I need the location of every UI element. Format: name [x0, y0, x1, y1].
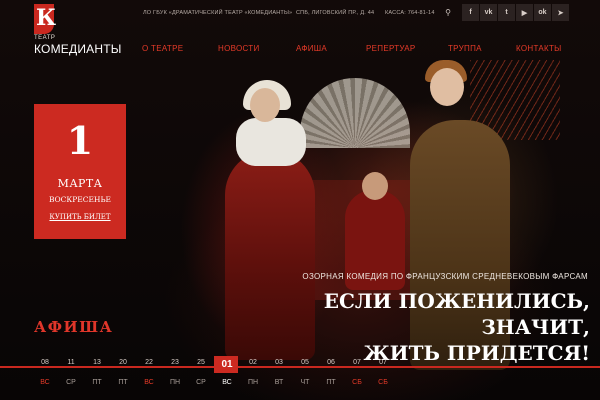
calendar-weekday: СР [66, 379, 76, 386]
calendar-day-number: 20 [119, 359, 127, 366]
telegram-icon[interactable]: ➤ [552, 4, 569, 21]
main-nav: О ТЕАТРЕ НОВОСТИ АФИША РЕПЕРТУАР ТРУППА … [142, 44, 590, 58]
show-title-line-1: ЕСЛИ ПОЖЕНИЛИСЬ, ЗНАЧИТ, [323, 289, 590, 339]
date-card: 1 МАРТА ВОСКРЕСЕНЬЕ КУПИТЬ БИЛЕТ [34, 104, 126, 239]
calendar-weekday: СБ [352, 379, 362, 386]
calendar-day[interactable]: 23 ПН [162, 355, 188, 400]
calendar-weekday: ПТ [118, 379, 128, 386]
org-name: ЛО ГБУК «ДРАМАТИЧЕСКИЙ ТЕАТР «КОМЕДИАНТЫ… [143, 10, 293, 16]
nav-item-news[interactable]: НОВОСТИ [218, 44, 260, 53]
afisha-heading: АФИША [34, 318, 114, 336]
date-weekday: ВОСКРЕСЕНЬЕ [48, 195, 111, 204]
odnoklassniki-icon[interactable]: ok [534, 4, 551, 21]
calendar-weekday: ПН [169, 379, 181, 386]
calendar-weekday: ВС [222, 379, 232, 386]
calendar-day-number: 13 [93, 359, 101, 366]
actress-left-head [250, 88, 280, 122]
calendar-day-number: 01 [221, 359, 233, 370]
twitter-icon[interactable]: t [498, 4, 515, 21]
date-month: МАРТА [57, 177, 103, 190]
calendar-weekday: СР [196, 379, 206, 386]
calendar-day[interactable]: 20 ПТ [110, 355, 136, 400]
calendar-day[interactable]: 03 ВТ [266, 355, 292, 400]
address: СПБ, ЛИГОВСКИЙ ПР., Д. 44 [296, 10, 375, 16]
calendar-day-number: 07 [379, 359, 387, 366]
calendar-weekday: ПТ [92, 379, 102, 386]
calendar-day-number: 06 [327, 359, 335, 366]
calendar-day[interactable]: 22 ВС [136, 355, 162, 400]
calendar-day[interactable]: 07 СБ [370, 355, 396, 400]
nav-item-repertoire[interactable]: РЕПЕРТУАР [366, 44, 416, 53]
logo-letter: К [36, 5, 57, 31]
calendar-day-number: 08 [41, 359, 49, 366]
buy-ticket-link[interactable]: КУПИТЬ БИЛЕТ [34, 213, 126, 221]
calendar-day-number: 23 [171, 359, 179, 366]
calendar-day-selected[interactable]: 01 ВС [214, 355, 240, 400]
nav-item-contacts[interactable]: КОНТАКТЫ [516, 44, 562, 53]
calendar-day[interactable]: 25 СР [188, 355, 214, 400]
calendar-day[interactable]: 13 ПТ [84, 355, 110, 400]
box-office-phone[interactable]: КАССА: 764-81-14 [385, 10, 435, 16]
calendar-day[interactable]: 02 ПН [240, 355, 266, 400]
calendar-day[interactable]: 05 ЧТ [292, 355, 318, 400]
calendar-strip: 08 ВС 11 СР 13 ПТ 20 ПТ 22 ВС 23 ПН 25 СР 01 ВС 02 ПН 03 ВТ… [32, 355, 432, 400]
calendar-day[interactable]: 11 СР [58, 355, 84, 400]
show-subtitle: ОЗОРНАЯ КОМЕДИЯ ПО ФРАНЦУЗСКИМ СРЕДНЕВЕК… [302, 272, 588, 281]
actress-right-head [430, 68, 464, 106]
calendar-weekday: ЧТ [300, 379, 310, 386]
calendar-day[interactable]: 08 ВС [32, 355, 58, 400]
calendar-weekday: ВС [144, 379, 154, 386]
actor-center-head [362, 172, 388, 200]
logo-small-label: ТЕАТР [34, 35, 56, 41]
nav-item-afisha[interactable]: АФИША [296, 44, 327, 53]
calendar-day[interactable]: 07 СБ [344, 355, 370, 400]
vk-icon[interactable]: vk [480, 4, 497, 21]
calendar-day-number: 07 [353, 359, 361, 366]
social-links: f vk t ▶ ok ➤ [462, 4, 588, 22]
calendar-day-number: 22 [145, 359, 153, 366]
calendar-day-number: 02 [249, 359, 257, 366]
date-day-number: 1 [66, 118, 94, 163]
calendar-weekday: ВС [40, 379, 50, 386]
actress-left-blouse [236, 118, 306, 166]
search-icon[interactable]: ⚲ [443, 8, 453, 18]
calendar-day[interactable]: 06 ПТ [318, 355, 344, 400]
facebook-icon[interactable]: f [462, 4, 479, 21]
calendar-day-number: 05 [301, 359, 309, 366]
nav-item-troupe[interactable]: ТРУППА [448, 44, 482, 53]
calendar-weekday: ПТ [326, 379, 336, 386]
youtube-icon[interactable]: ▶ [516, 4, 533, 21]
calendar-weekday: ПН [247, 379, 259, 386]
calendar-day-number: 25 [197, 359, 205, 366]
calendar-day-number: 03 [275, 359, 283, 366]
nav-item-about[interactable]: О ТЕАТРЕ [142, 44, 183, 53]
calendar-weekday: СБ [378, 379, 388, 386]
calendar-weekday: ВТ [274, 379, 284, 386]
hand-fan-prop [300, 78, 410, 148]
calendar-day-number: 11 [67, 359, 75, 366]
logo-name: КОМЕДИАНТЫ [34, 42, 122, 56]
